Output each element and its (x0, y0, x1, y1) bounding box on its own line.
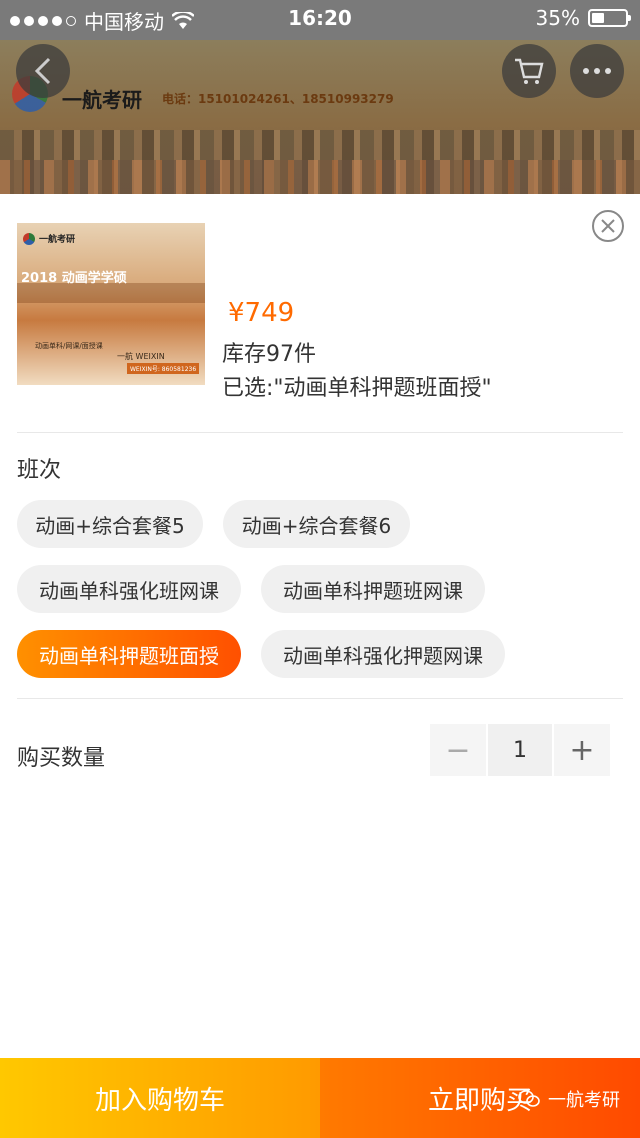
close-icon (601, 219, 615, 233)
back-icon (34, 57, 51, 85)
selected-option: 已选:"动画单科押题班面授" (222, 376, 492, 401)
thumbnail-band (17, 283, 205, 303)
more-button[interactable] (570, 44, 624, 98)
option-chip[interactable]: 动画单科强化班网课 (17, 565, 241, 613)
add-to-cart-button[interactable]: 加入购物车 (0, 1058, 320, 1138)
product-stock: 库存97件 (222, 342, 316, 367)
cart-button[interactable] (502, 44, 556, 98)
close-button[interactable] (592, 210, 624, 242)
quantity-increment-button[interactable]: + (554, 724, 610, 776)
option-group-label: 班次 (17, 458, 62, 483)
option-chip[interactable]: 动画+综合套餐5 (17, 500, 203, 548)
thumbnail-tag: WEIXIN号: 860581236 (127, 363, 200, 374)
quantity-value[interactable]: 1 (488, 724, 552, 776)
option-chip-selected[interactable]: 动画单科押题班面授 (17, 630, 241, 678)
brand-phone: 电话：15101024261、18510993279 (162, 92, 394, 106)
quantity-label: 购买数量 (17, 746, 106, 771)
thumbnail-line2: 一航 WEIXIN (117, 352, 165, 361)
sku-sheet: 一航考研 2018 动画学学硕 动画单科/网课/面授课 一航 WEIXIN WE… (0, 194, 640, 1058)
status-right: 35% (535, 6, 631, 30)
cart-icon (515, 58, 544, 84)
option-chip[interactable]: 动画单科押题班网课 (261, 565, 485, 613)
thumbnail-title: 2018 动画学学硕 (21, 271, 127, 286)
wechat-watermark: 一航考研 (518, 1086, 620, 1112)
battery-icon (588, 9, 631, 27)
banner-photo-strip-lower (0, 160, 640, 194)
status-bar: 中国移动 16:20 35% (0, 0, 640, 40)
quantity-decrement-button[interactable]: − (430, 724, 486, 776)
thumbnail-brand: 一航考研 (39, 235, 76, 245)
product-banner: 一航考研 电话：15101024261、18510993279 (0, 40, 640, 194)
more-icon (583, 68, 611, 74)
back-button[interactable] (16, 44, 70, 98)
product-thumbnail: 一航考研 2018 动画学学硕 动画单科/网课/面授课 一航 WEIXIN WE… (17, 223, 205, 385)
product-price: ¥749 (228, 298, 295, 328)
brand-name: 一航考研 (62, 88, 142, 112)
wechat-icon (518, 1090, 540, 1107)
quantity-stepper: − 1 + (430, 724, 610, 776)
thumbnail-logo-icon (23, 233, 35, 245)
watermark-text: 一航考研 (548, 1090, 620, 1111)
divider (17, 432, 623, 433)
thumbnail-line1: 动画单科/网课/面授课 (35, 342, 103, 350)
option-chip[interactable]: 动画+综合套餐6 (223, 500, 410, 548)
divider (17, 698, 623, 699)
battery-percent: 35% (535, 6, 580, 30)
option-chip[interactable]: 动画单科强化押题网课 (261, 630, 505, 678)
